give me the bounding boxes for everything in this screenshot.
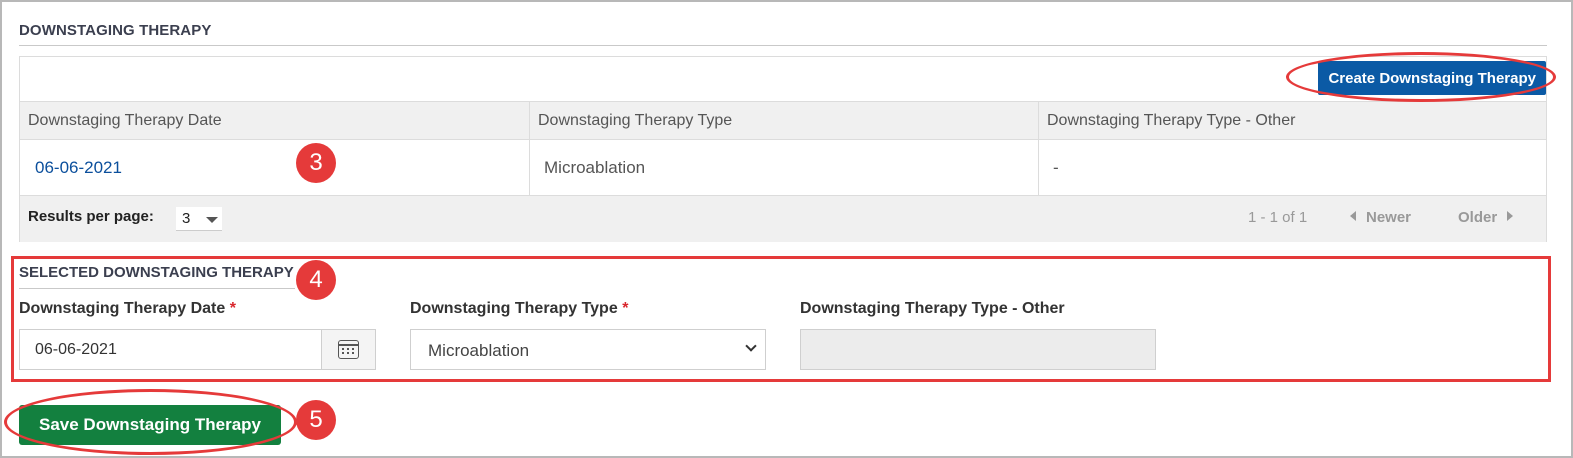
results-per-page-label: Results per page: <box>28 208 154 225</box>
pager-older-button[interactable]: Older <box>1458 209 1514 226</box>
annotation-badge-5: 5 <box>296 400 336 440</box>
grid-header-row: Downstaging Therapy Date Downstaging The… <box>20 101 1546 140</box>
type-select[interactable]: Microablation <box>410 329 766 370</box>
selected-section-title: SELECTED DOWNSTAGING THERAPY <box>19 264 294 281</box>
row-date-cell: 06-06-2021 <box>20 140 529 195</box>
required-mark: * <box>229 300 236 317</box>
date-field[interactable]: 06-06-2021 <box>19 329 376 370</box>
type-field-label-text: Downstaging Therapy Type <box>410 300 618 317</box>
grid-toolbar: Create Downstaging Therapy <box>20 57 1546 101</box>
section-title: DOWNSTAGING THERAPY <box>19 22 212 39</box>
row-date-link[interactable]: 06-06-2021 <box>35 158 122 177</box>
triangle-right-icon <box>1507 211 1514 221</box>
create-downstaging-therapy-button[interactable]: Create Downstaging Therapy <box>1318 61 1546 95</box>
caret-down-icon <box>206 217 218 223</box>
type-field-label: Downstaging Therapy Type * <box>410 300 628 318</box>
pager-info: 1 - 1 of 1 <box>1248 209 1308 226</box>
date-field-value: 06-06-2021 <box>35 341 117 358</box>
column-header-type[interactable]: Downstaging Therapy Type <box>529 102 1038 139</box>
save-downstaging-therapy-button[interactable]: Save Downstaging Therapy <box>19 405 281 445</box>
calendar-icon <box>338 340 359 359</box>
date-field-label-text: Downstaging Therapy Date <box>19 300 226 317</box>
pager-newer-button[interactable]: Newer <box>1350 209 1411 226</box>
column-header-date[interactable]: Downstaging Therapy Date <box>20 102 529 139</box>
row-type-cell: Microablation <box>529 140 1038 195</box>
required-mark: * <box>622 300 629 317</box>
chevron-down-icon <box>745 340 757 352</box>
results-per-page-value: 3 <box>182 210 191 227</box>
column-header-type-other[interactable]: Downstaging Therapy Type - Other <box>1038 102 1546 139</box>
type-other-field-label: Downstaging Therapy Type - Other <box>800 300 1065 317</box>
grid-footer: Results per page: 3 1 - 1 of 1 Newer Old… <box>20 196 1546 242</box>
downstaging-therapy-grid: Create Downstaging Therapy Downstaging T… <box>19 56 1547 242</box>
pager-newer-label: Newer <box>1366 209 1412 226</box>
selected-section-divider <box>19 288 295 289</box>
type-select-value: Microablation <box>428 341 530 360</box>
row-type-other-cell: - <box>1038 140 1546 195</box>
annotation-badge-3: 3 <box>296 143 336 183</box>
calendar-button[interactable] <box>321 330 375 369</box>
table-row[interactable]: 06-06-2021 Microablation - <box>20 140 1546 196</box>
triangle-left-icon <box>1350 211 1356 221</box>
type-other-field <box>800 329 1156 370</box>
date-field-label: Downstaging Therapy Date * <box>19 300 236 318</box>
annotation-badge-4: 4 <box>296 260 336 300</box>
section-divider <box>19 45 1547 46</box>
results-per-page-select[interactable]: 3 <box>176 207 222 231</box>
pager-older-label: Older <box>1458 209 1498 226</box>
